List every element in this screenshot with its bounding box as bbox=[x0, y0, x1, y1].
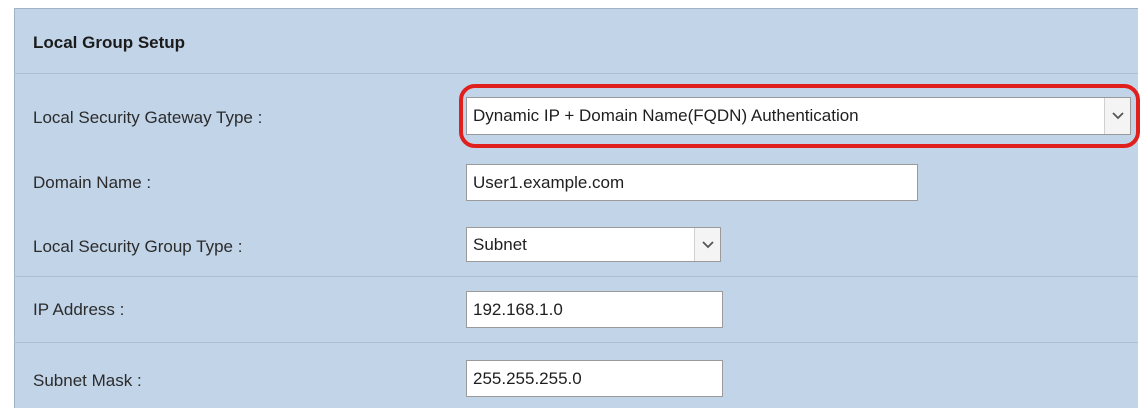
ip-address-label: IP Address : bbox=[33, 300, 125, 319]
gateway-type-label: Local Security Gateway Type : bbox=[33, 108, 263, 127]
domain-name-label: Domain Name : bbox=[33, 173, 152, 192]
domain-name-value: User1.example.com bbox=[473, 172, 625, 192]
highlight-annotation bbox=[459, 84, 1140, 148]
chevron-down-icon[interactable] bbox=[694, 228, 720, 261]
divider bbox=[14, 276, 1138, 277]
domain-name-input[interactable]: User1.example.com bbox=[466, 164, 918, 201]
divider bbox=[14, 73, 1138, 74]
subnet-mask-value: 255.255.255.0 bbox=[473, 368, 582, 388]
divider bbox=[14, 342, 1138, 343]
local-group-setup-panel bbox=[14, 8, 1138, 408]
ip-address-input[interactable]: 192.168.1.0 bbox=[466, 291, 723, 328]
group-type-value: Subnet bbox=[473, 234, 527, 254]
ip-address-value: 192.168.1.0 bbox=[473, 299, 563, 319]
section-title: Local Group Setup bbox=[33, 33, 186, 52]
group-type-label: Local Security Group Type : bbox=[33, 237, 243, 256]
subnet-mask-input[interactable]: 255.255.255.0 bbox=[466, 360, 723, 397]
subnet-mask-label: Subnet Mask : bbox=[33, 371, 142, 390]
group-type-select[interactable]: Subnet bbox=[466, 227, 721, 262]
